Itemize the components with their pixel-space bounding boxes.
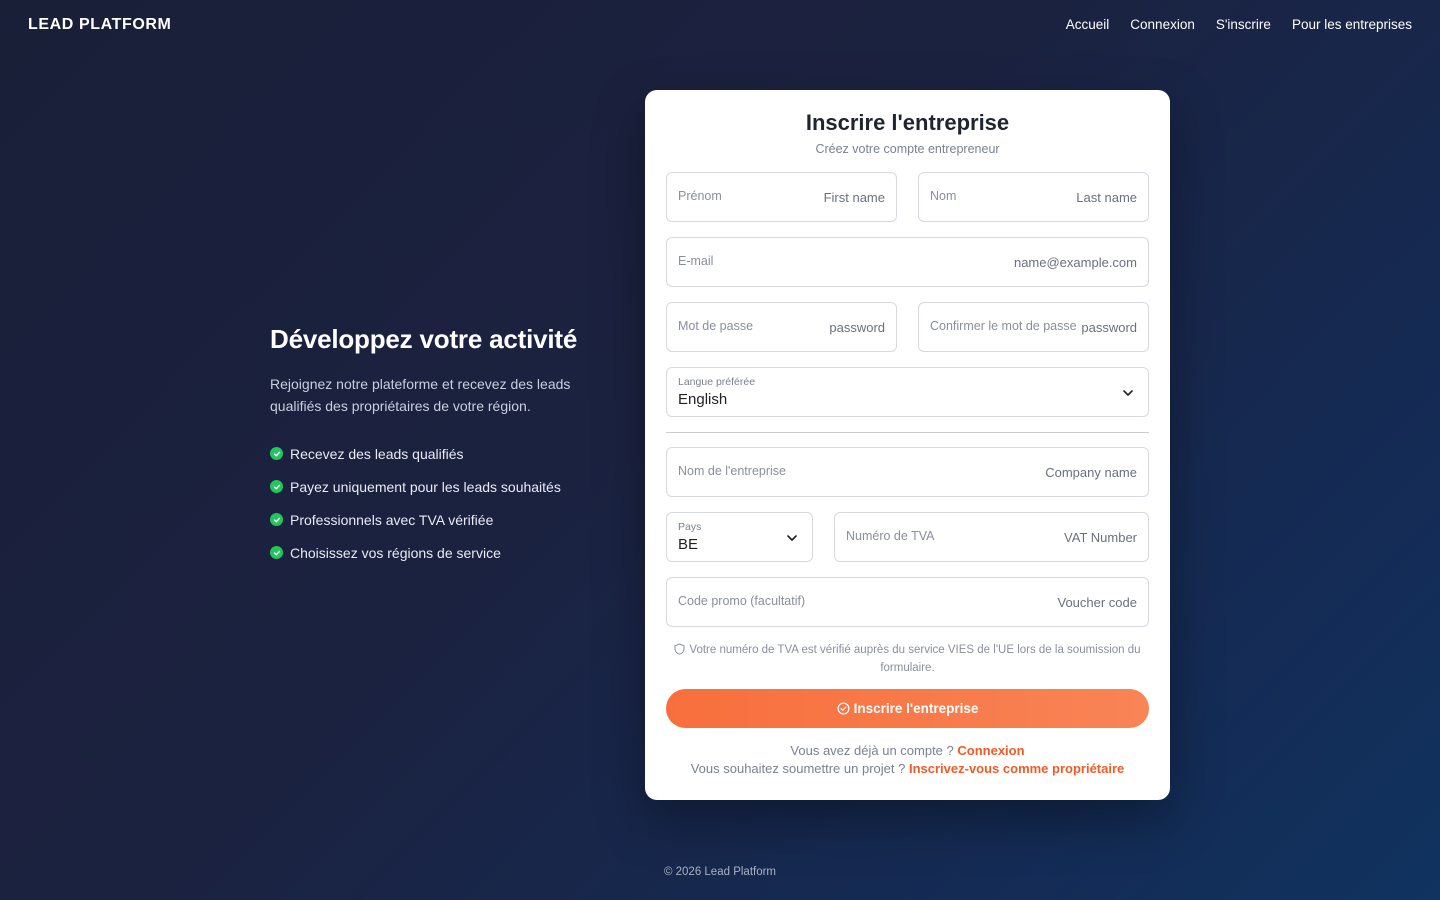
vat-notice: Votre numéro de TVA est vérifié auprès d…	[666, 642, 1149, 676]
owner-prompt-row: Vous souhaitez soumettre un projet ? Ins…	[645, 760, 1170, 778]
confirm-password-label: Confirmer le mot de passe	[930, 319, 1077, 333]
check-circle-outline-icon	[837, 702, 850, 715]
section-divider	[666, 432, 1149, 433]
owner-register-link[interactable]: Inscrivez-vous comme propriétaire	[909, 761, 1124, 776]
country-value: BE	[678, 536, 699, 553]
hero-subtitle: Rejoignez notre plateforme et recevez de…	[270, 376, 571, 414]
email-label: E-mail	[678, 254, 714, 268]
main-nav: Accueil Connexion S'inscrire Pour les en…	[1066, 17, 1412, 32]
form-subtitle: Créez votre compte entrepreneur	[815, 142, 1000, 156]
password-label: Mot de passe	[678, 319, 754, 333]
vat-number-field[interactable]: Numéro de TVA	[834, 512, 1149, 562]
vat-notice-text: Votre numéro de TVA est vérifié auprès d…	[689, 644, 1141, 674]
promo-code-field[interactable]: Code promo (facultatif)	[666, 577, 1149, 627]
login-prompt-text: Vous avez déjà un compte ?	[790, 743, 954, 758]
registration-card: Inscrire l'entreprise Créez votre compte…	[645, 90, 1170, 800]
feature-text: Payez uniquement pour les leads souhaité…	[290, 478, 561, 495]
vat-number-label: Numéro de TVA	[846, 529, 935, 543]
vat-number-input[interactable]	[949, 530, 1137, 545]
login-link[interactable]: Connexion	[957, 743, 1024, 758]
feature-list: Recevez des leads qualifiés Payez unique…	[270, 437, 610, 569]
company-name-label: Nom de l'entreprise	[678, 464, 786, 478]
language-value: English	[678, 391, 728, 408]
last-name-field[interactable]: Nom	[918, 172, 1149, 222]
chevron-down-icon	[1122, 386, 1134, 404]
hero-title: Développez votre activité	[270, 324, 578, 354]
login-prompt-row: Vous avez déjà un compte ? Connexion	[645, 742, 1170, 760]
confirm-password-field[interactable]: Confirmer le mot de passe	[918, 302, 1149, 352]
nav-link-login[interactable]: Connexion	[1130, 17, 1195, 32]
language-select[interactable]: Langue préférée English	[666, 367, 1149, 417]
feature-text: Choisissez vos régions de service	[290, 544, 501, 561]
company-name-input[interactable]	[848, 465, 1137, 480]
check-circle-icon	[270, 447, 283, 460]
nav-link-home[interactable]: Accueil	[1066, 17, 1110, 32]
country-select[interactable]: Pays BE	[666, 512, 813, 562]
account-links: Vous avez déjà un compte ? Connexion Vou…	[645, 742, 1170, 778]
hero-section: Développez votre activité Rejoignez notr…	[270, 324, 610, 569]
company-name-field[interactable]: Nom de l'entreprise	[666, 447, 1149, 497]
last-name-input[interactable]	[999, 190, 1137, 205]
shield-icon	[674, 643, 685, 660]
register-button-label: Inscrire l'entreprise	[853, 701, 979, 716]
feature-text: Professionnels avec TVA vérifiée	[290, 511, 494, 528]
country-label: Pays	[678, 521, 702, 533]
register-company-button[interactable]: Inscrire l'entreprise	[666, 689, 1149, 728]
owner-prompt-text: Vous souhaitez soumettre un projet ?	[690, 761, 906, 776]
confirm-password-input[interactable]	[1068, 320, 1137, 335]
check-circle-icon	[270, 480, 283, 493]
chevron-down-icon	[786, 531, 798, 549]
password-field[interactable]: Mot de passe	[666, 302, 897, 352]
email-field[interactable]: E-mail	[666, 237, 1149, 287]
promo-code-input[interactable]	[848, 595, 1137, 610]
first-name-label: Prénom	[678, 189, 722, 203]
promo-code-label: Code promo (facultatif)	[678, 594, 806, 608]
language-label: Langue préférée	[678, 376, 756, 388]
check-circle-icon	[270, 513, 283, 526]
feature-item: Choisissez vos régions de service	[270, 536, 610, 569]
nav-link-register[interactable]: S'inscrire	[1216, 17, 1271, 32]
feature-text: Recevez des leads qualifiés	[290, 445, 464, 462]
nav-link-business[interactable]: Pour les entreprises	[1292, 17, 1412, 32]
top-navbar: LEAD PLATFORM Accueil Connexion S'inscri…	[0, 0, 1440, 52]
footer-copyright: © 2026 Lead Platform	[663, 866, 777, 878]
first-name-field[interactable]: Prénom	[666, 172, 897, 222]
form-title: Inscrire l'entreprise	[805, 110, 1010, 135]
password-input[interactable]	[781, 320, 885, 335]
check-circle-icon	[270, 546, 283, 559]
email-input[interactable]	[848, 255, 1137, 270]
feature-item: Recevez des leads qualifiés	[270, 437, 610, 470]
first-name-input[interactable]	[747, 190, 885, 205]
last-name-label: Nom	[930, 189, 957, 203]
feature-item: Professionnels avec TVA vérifiée	[270, 503, 610, 536]
feature-item: Payez uniquement pour les leads souhaité…	[270, 470, 610, 503]
brand-logo[interactable]: LEAD PLATFORM	[28, 16, 172, 34]
